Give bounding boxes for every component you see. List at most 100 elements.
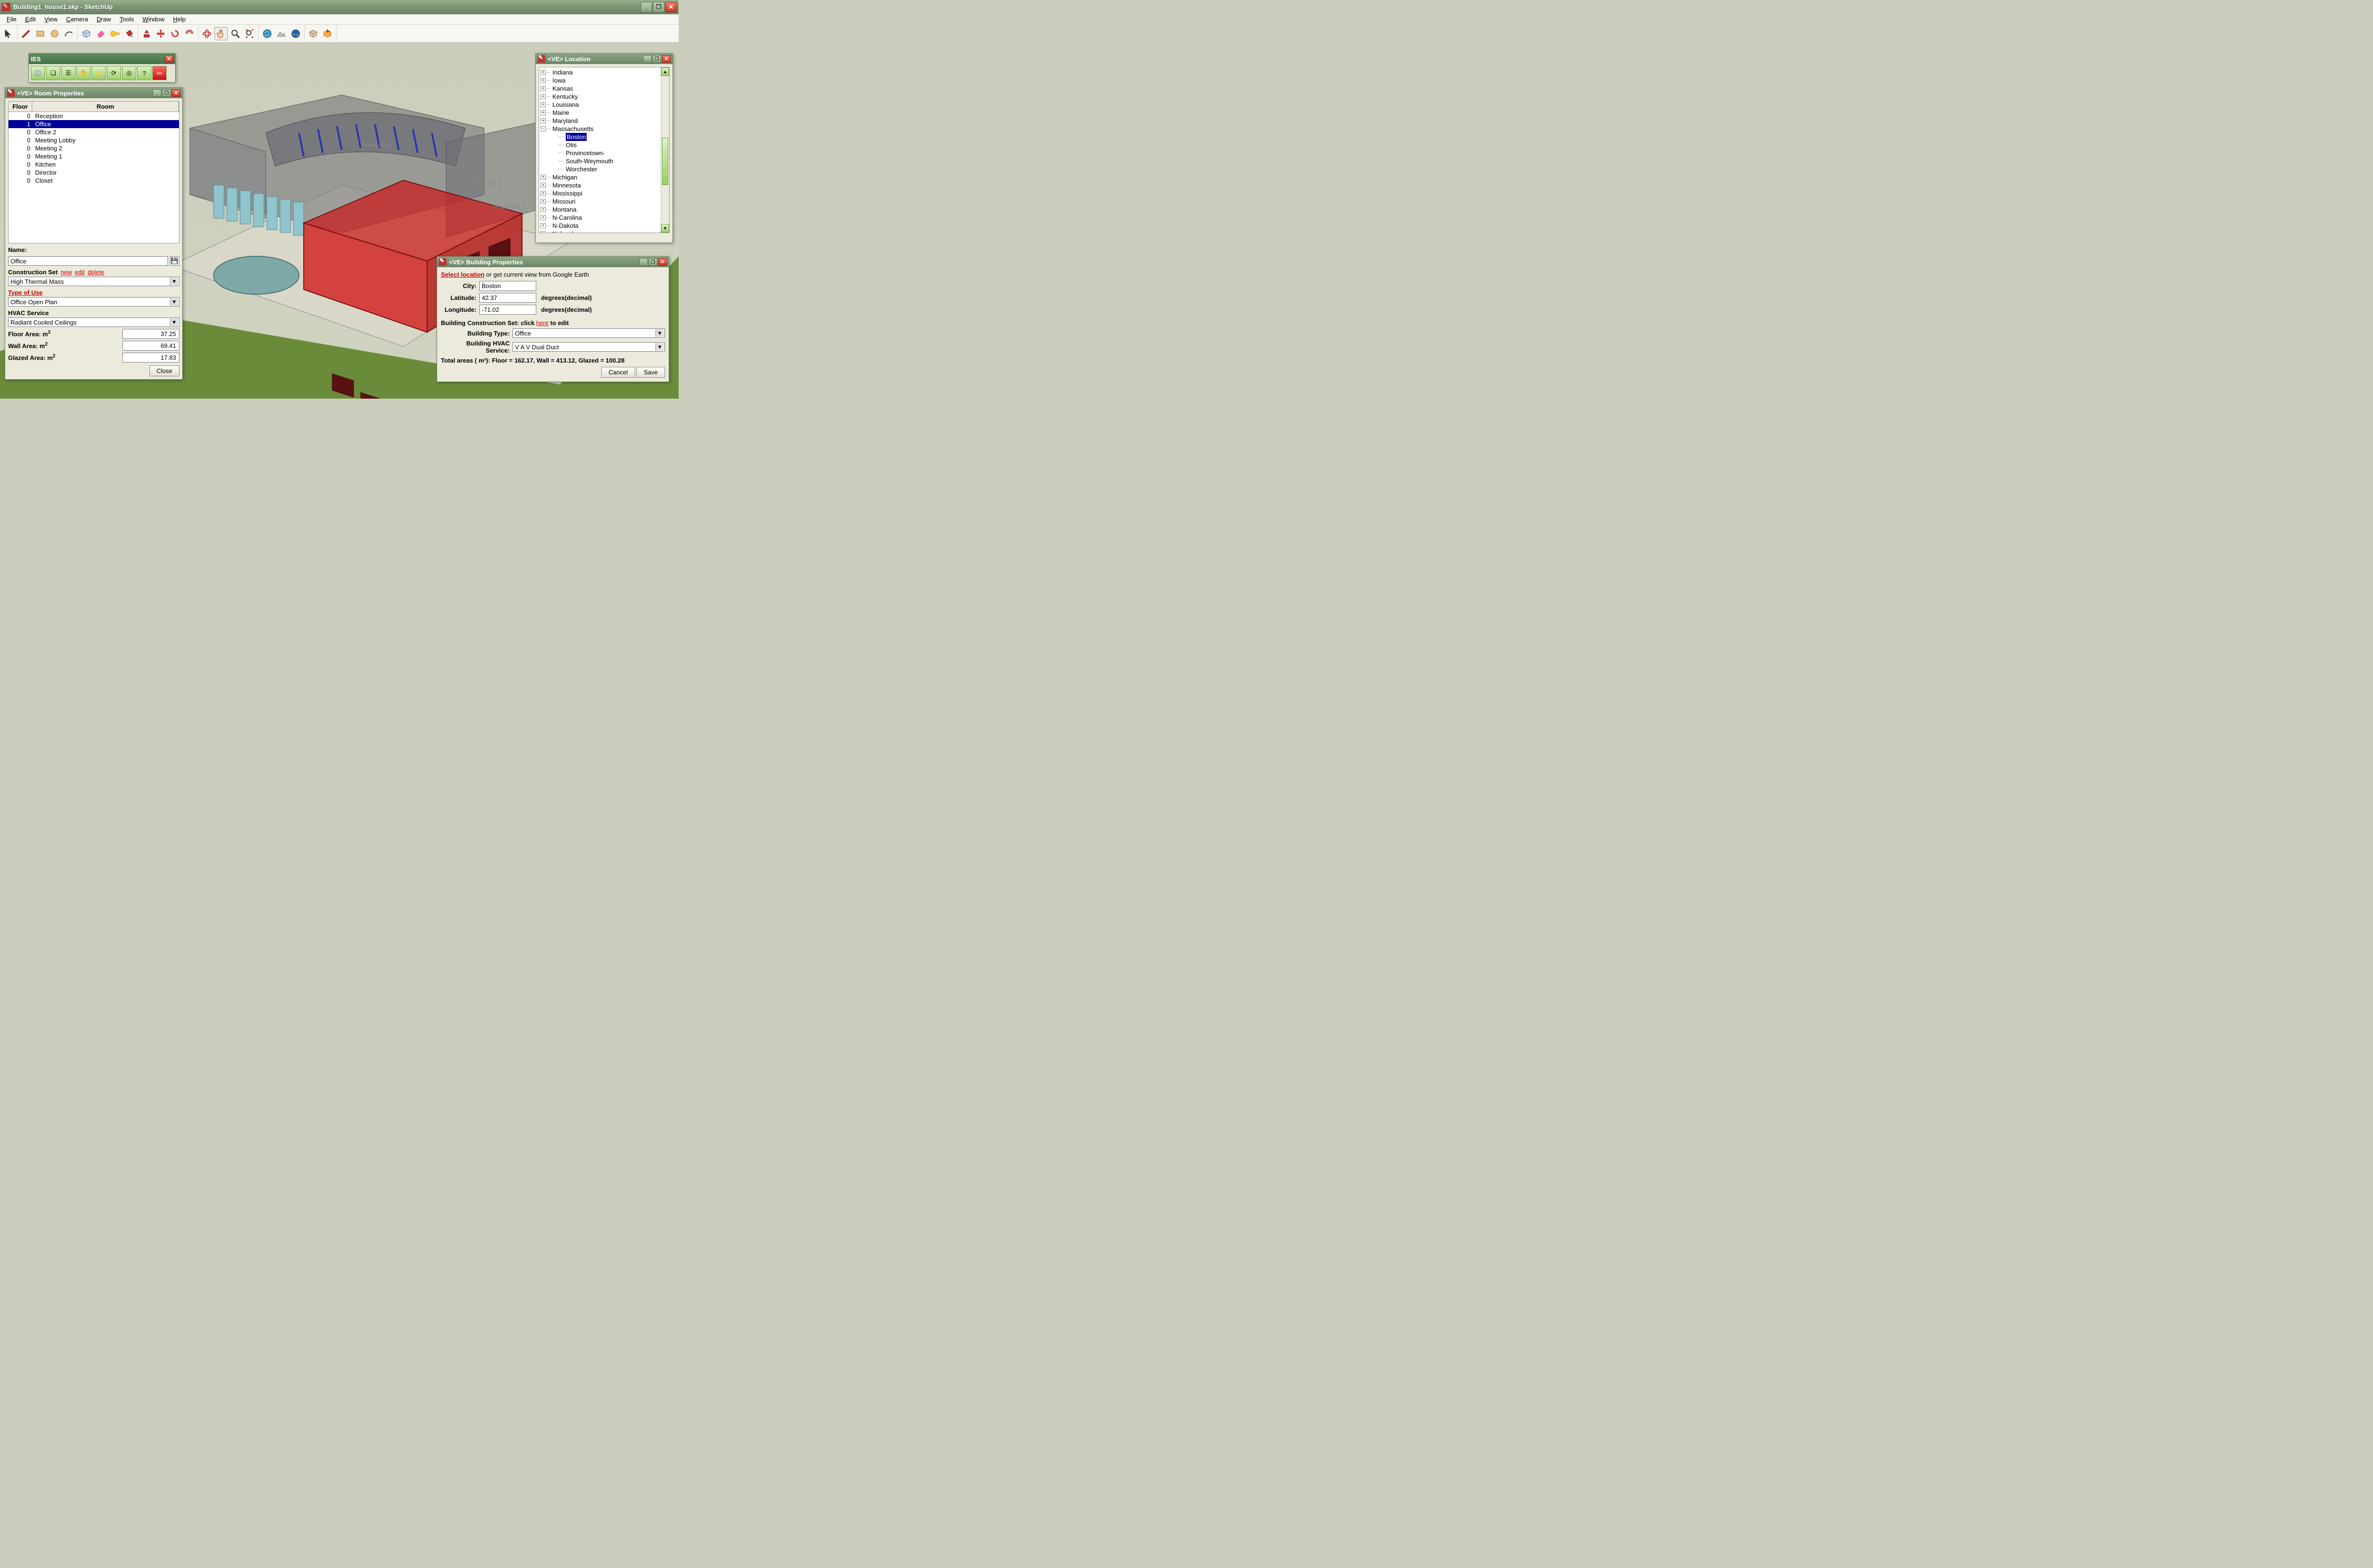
tree-node[interactable]: South-Weymouth bbox=[539, 157, 669, 165]
tree-scrollbar[interactable]: ▲ ▼ bbox=[661, 67, 669, 233]
tree-expander-icon[interactable]: + bbox=[541, 183, 546, 188]
city-input[interactable] bbox=[479, 281, 536, 291]
tree-node[interactable]: +Michigan bbox=[539, 173, 669, 181]
tree-node[interactable]: +Montana bbox=[539, 205, 669, 214]
minimize-button[interactable]: _ bbox=[641, 2, 652, 12]
menu-view[interactable]: View bbox=[40, 15, 61, 24]
bp-min-button[interactable]: _ bbox=[639, 258, 648, 266]
google-earth-icon[interactable] bbox=[289, 27, 302, 40]
lat-input[interactable] bbox=[479, 293, 536, 303]
tree-expander-icon[interactable]: + bbox=[541, 231, 546, 233]
tree-node[interactable]: +Louisiana bbox=[539, 101, 669, 109]
construction-delete-link[interactable]: delete bbox=[88, 269, 104, 276]
tree-expander-icon[interactable]: + bbox=[541, 86, 546, 91]
tree-expander-icon[interactable]: + bbox=[541, 207, 546, 212]
menu-file[interactable]: File bbox=[3, 15, 20, 24]
share-model-icon[interactable] bbox=[321, 27, 334, 40]
offset-icon[interactable] bbox=[183, 27, 196, 40]
tree-node[interactable]: +Kentucky bbox=[539, 93, 669, 101]
room-row[interactable]: 0Director bbox=[9, 168, 179, 177]
bp-close-button[interactable]: ✕ bbox=[658, 258, 667, 266]
tree-node[interactable]: +Missouri bbox=[539, 197, 669, 205]
tree-node[interactable]: +N-Dakota bbox=[539, 222, 669, 230]
col-floor[interactable]: Floor bbox=[9, 102, 32, 112]
ies-bolt-icon[interactable]: ⚡ bbox=[92, 66, 106, 80]
tree-expander-icon[interactable]: − bbox=[541, 126, 546, 131]
pencil-icon[interactable] bbox=[19, 27, 33, 40]
menu-tools[interactable]: Tools bbox=[116, 15, 138, 24]
bp-max-button[interactable]: ❐ bbox=[649, 258, 657, 266]
room-table[interactable]: Floor Room 0Reception1Office0Office 20Me… bbox=[8, 101, 179, 243]
construction-edit-link[interactable]: edit bbox=[75, 269, 85, 276]
tree-expander-icon[interactable]: + bbox=[541, 110, 546, 115]
component-box-icon[interactable] bbox=[307, 27, 320, 40]
tree-expander-icon[interactable]: + bbox=[541, 70, 546, 75]
room-row[interactable]: 0Meeting 1 bbox=[9, 152, 179, 160]
select-arrow-icon[interactable] bbox=[2, 27, 15, 40]
room-max-button[interactable]: ❐ bbox=[162, 89, 171, 97]
ies-cube-icon[interactable]: ❏ bbox=[46, 66, 60, 80]
ies-hand-icon[interactable]: ✋ bbox=[76, 66, 91, 80]
room-row[interactable]: 0Office 2 bbox=[9, 128, 179, 136]
loc-close-button[interactable]: ✕ bbox=[662, 55, 671, 63]
tree-expander-icon[interactable]: + bbox=[541, 223, 546, 228]
menu-draw[interactable]: Draw bbox=[93, 15, 115, 24]
room-close-footer-button[interactable]: Close bbox=[149, 365, 179, 376]
col-room[interactable]: Room bbox=[32, 102, 179, 112]
tree-expander-icon[interactable]: + bbox=[541, 118, 546, 123]
eraser-icon[interactable] bbox=[94, 27, 107, 40]
tree-expander-icon[interactable]: + bbox=[541, 102, 546, 107]
zoom-extents-icon[interactable] bbox=[243, 27, 256, 40]
tree-expander-icon[interactable]: + bbox=[541, 78, 546, 83]
zoom-icon[interactable] bbox=[229, 27, 242, 40]
type-of-use-link[interactable]: Type of Use bbox=[8, 289, 43, 296]
room-row[interactable]: 0Meeting Lobby bbox=[9, 136, 179, 144]
menu-window[interactable]: Window bbox=[139, 15, 168, 24]
rectangle-icon[interactable] bbox=[34, 27, 47, 40]
tree-node[interactable]: Otis bbox=[539, 141, 669, 149]
ies-target-icon[interactable]: ◎ bbox=[122, 66, 136, 80]
component-icon[interactable] bbox=[80, 27, 93, 40]
save-name-icon[interactable]: 💾 bbox=[170, 256, 179, 266]
tape-measure-icon[interactable] bbox=[108, 27, 121, 40]
tree-node[interactable]: +Indiana bbox=[539, 68, 669, 76]
bp-save-button[interactable]: Save bbox=[636, 367, 665, 378]
tree-expander-icon[interactable]: + bbox=[541, 215, 546, 220]
ies-building-icon[interactable]: 🏢 bbox=[31, 66, 45, 80]
tree-node[interactable]: Provincetown- bbox=[539, 149, 669, 157]
move-icon[interactable] bbox=[154, 27, 168, 40]
maximize-button[interactable]: ❐ bbox=[653, 2, 664, 12]
location-tree[interactable]: +Indiana+Iowa+Kansas+Kentucky+Louisiana+… bbox=[539, 67, 670, 233]
loc-min-button[interactable]: _ bbox=[643, 55, 652, 63]
push-pull-icon[interactable] bbox=[140, 27, 153, 40]
menu-edit[interactable]: Edit bbox=[21, 15, 39, 24]
room-close-button[interactable]: ✕ bbox=[172, 89, 180, 97]
ies-help-icon[interactable]: ? bbox=[137, 66, 151, 80]
type-of-use-combo[interactable]: Office Open Plan bbox=[8, 297, 179, 307]
room-row[interactable]: 0Reception bbox=[9, 112, 179, 120]
room-name-input[interactable] bbox=[8, 256, 168, 266]
hvac-combo[interactable]: Radiant Cooled Ceilings bbox=[8, 317, 179, 327]
tree-node[interactable]: −Massachusetts bbox=[539, 125, 669, 133]
toggle-terrain-icon[interactable] bbox=[275, 27, 288, 40]
tree-expander-icon[interactable]: + bbox=[541, 199, 546, 204]
bp-cancel-button[interactable]: Cancel bbox=[601, 367, 635, 378]
tree-node[interactable]: +N-Carolina bbox=[539, 214, 669, 222]
tree-node[interactable]: +Iowa bbox=[539, 76, 669, 84]
lon-input[interactable] bbox=[479, 305, 536, 315]
construction-new-link[interactable]: new bbox=[61, 269, 72, 276]
tree-expander-icon[interactable]: + bbox=[541, 94, 546, 99]
scroll-down-icon[interactable]: ▼ bbox=[661, 224, 669, 233]
construction-set-combo[interactable]: High Thermal Mass bbox=[8, 277, 179, 286]
rotate-icon[interactable] bbox=[168, 27, 182, 40]
orbit-icon[interactable] bbox=[200, 27, 214, 40]
scroll-up-icon[interactable]: ▲ bbox=[661, 67, 669, 76]
tree-node[interactable]: +Kansas bbox=[539, 84, 669, 93]
circle-icon[interactable] bbox=[48, 27, 61, 40]
room-row[interactable]: 0Closet bbox=[9, 177, 179, 185]
menu-camera[interactable]: Camera bbox=[62, 15, 92, 24]
ies-close-button[interactable]: ✕ bbox=[165, 55, 173, 63]
ies-refresh-icon[interactable]: ⟳ bbox=[107, 66, 121, 80]
tree-node[interactable]: +Maine bbox=[539, 109, 669, 117]
building-hvac-combo[interactable]: V A V Dual Duct bbox=[513, 342, 665, 352]
